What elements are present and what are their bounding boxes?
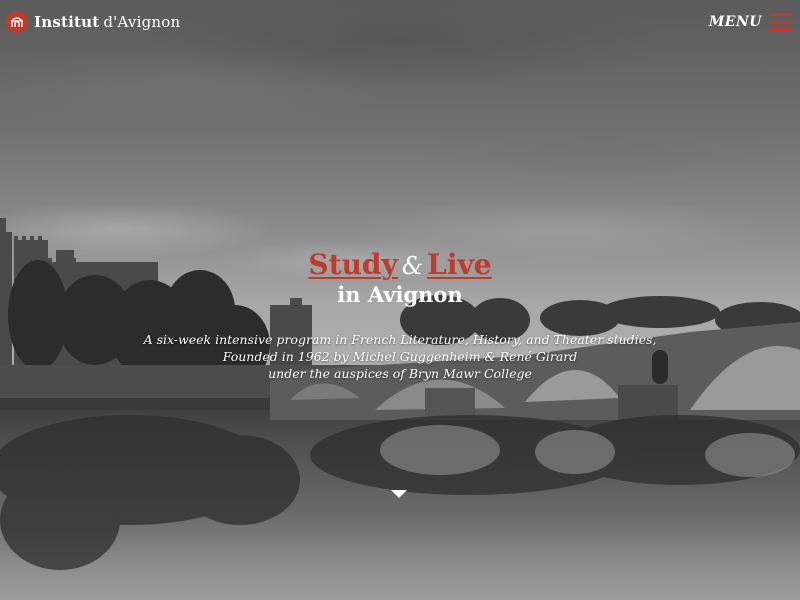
live-link[interactable]: Live <box>427 248 491 281</box>
menu-label: MENU <box>708 14 762 30</box>
chevron-down-icon[interactable] <box>391 490 407 498</box>
description-line: under the auspices of Bryn Mawr College <box>268 366 532 381</box>
hero-heading-line1: Study & Live <box>0 247 800 284</box>
brand-name: Institut d'Avignon <box>34 13 180 31</box>
institut-seal-icon <box>6 11 28 33</box>
brand-name-light: d'Avignon <box>103 13 181 31</box>
description-line: A six-week intensive program in French L… <box>143 332 657 347</box>
study-link[interactable]: Study <box>308 248 397 281</box>
hero-subtitle: in Avignon <box>337 282 463 307</box>
brand-name-strong: Institut <box>34 13 100 31</box>
hamburger-menu-icon <box>770 13 792 31</box>
ampersand: & <box>401 252 424 280</box>
description-line: Founded in 1962 by Michel Guggenheim & R… <box>222 349 578 364</box>
hero-description: A six-week intensive program in French L… <box>0 331 800 382</box>
hero-heading: Study & Live in Avignon <box>0 247 800 308</box>
site-header: Institut d'Avignon MENU <box>0 0 800 44</box>
brand-link[interactable]: Institut d'Avignon <box>6 11 180 33</box>
menu-button[interactable]: MENU <box>709 13 792 31</box>
